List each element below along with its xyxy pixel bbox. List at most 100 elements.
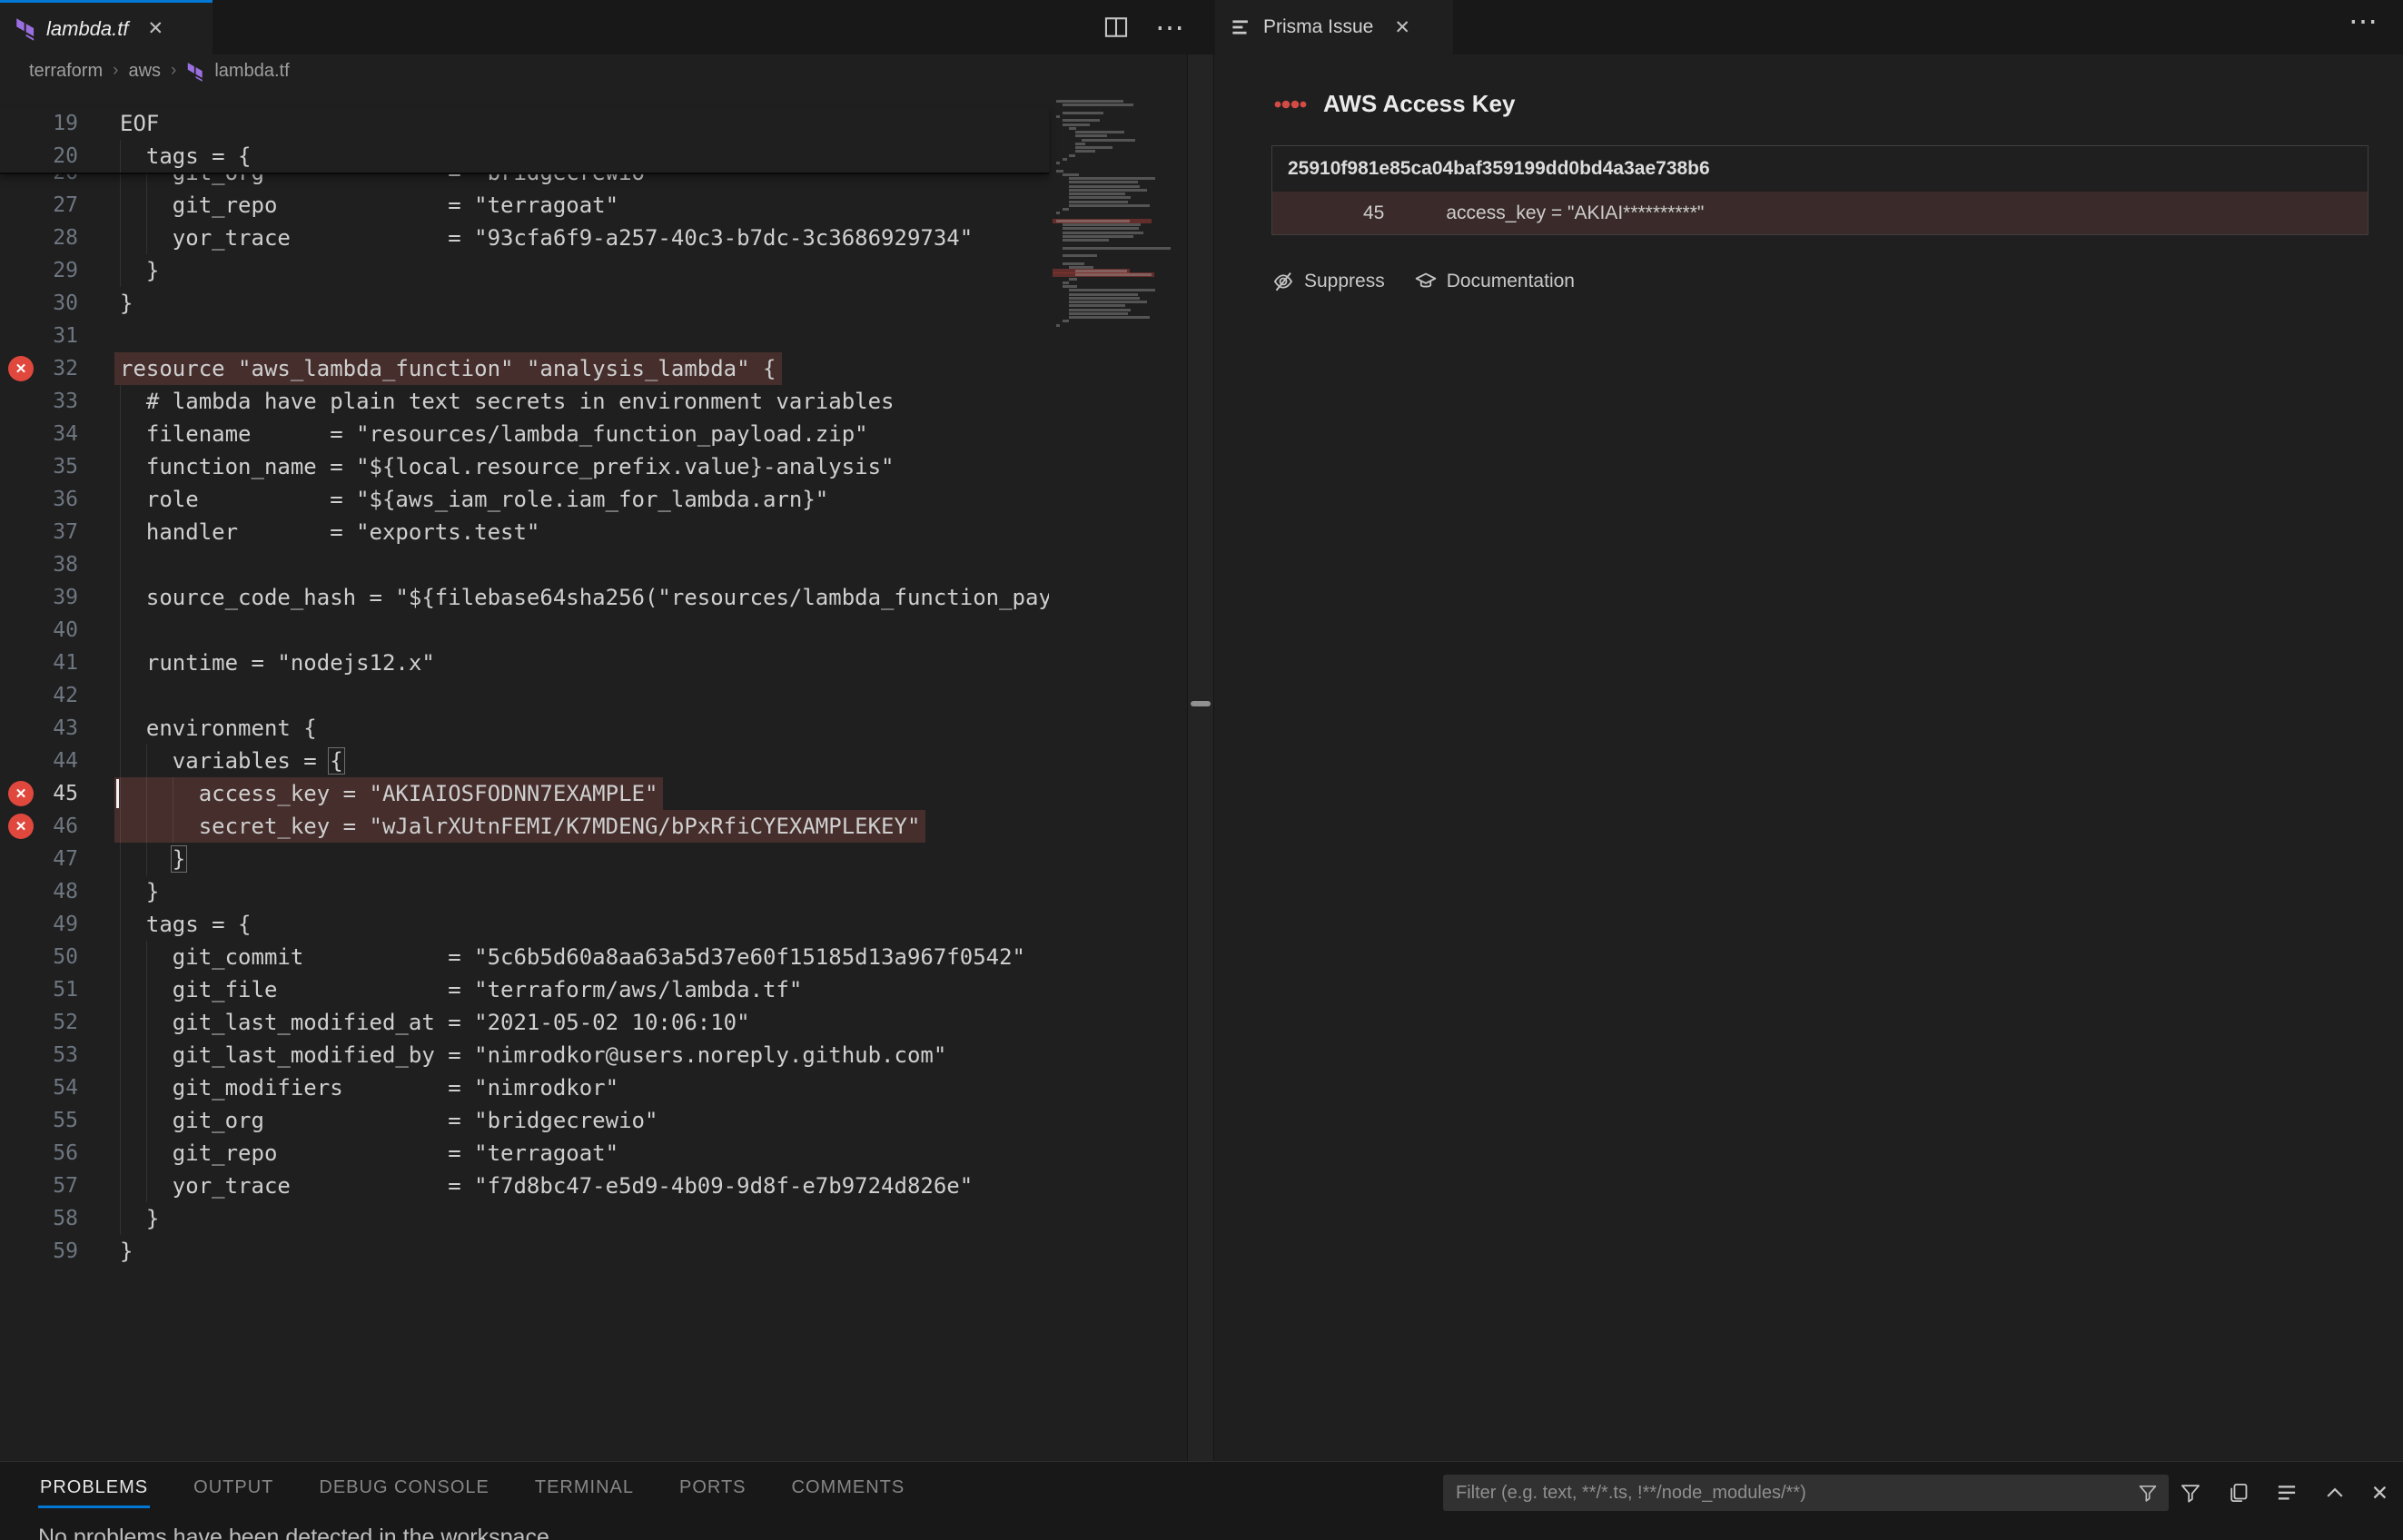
code-line-58[interactable]: 58 } <box>0 1202 1049 1235</box>
code-line-28[interactable]: 28 yor_trace = "93cfa6f9-a257-40c3-b7dc-… <box>0 222 1049 254</box>
code-line-29[interactable]: 29 } <box>0 254 1049 287</box>
minimap-line <box>1063 104 1133 106</box>
line-number: 56 <box>0 1137 78 1170</box>
prisma-dots-icon <box>1273 97 1308 112</box>
code-line-50[interactable]: 50 git_commit = "5c6b5d60a8aa63a5d37e60f… <box>0 941 1049 973</box>
graduation-cap-icon <box>1414 270 1438 293</box>
code-line-38[interactable]: 38 <box>0 548 1049 581</box>
panel-tab-problems[interactable]: PROBLEMS <box>38 1474 150 1502</box>
code-line-37[interactable]: 37 handler = "exports.test" <box>0 516 1049 548</box>
code-text: tags = { <box>120 140 252 173</box>
filter-funnel-icon[interactable] <box>2137 1482 2159 1504</box>
minimap-line <box>1069 181 1138 183</box>
minimap-line <box>1056 162 1060 164</box>
code-line-42[interactable]: 42 <box>0 679 1049 712</box>
code-line-43[interactable]: 43 environment { <box>0 712 1049 745</box>
sash-drag-handle[interactable] <box>1191 701 1211 706</box>
panel-tab-close-icon[interactable]: ✕ <box>1394 16 1410 39</box>
finding-code-row[interactable]: 45 access_key = "AKIAI**********" <box>1272 192 2368 234</box>
code-line-44[interactable]: 44 variables = { <box>0 745 1049 777</box>
code-editor[interactable]: 26 git_org = "bridgecrewio"27 git_repo =… <box>0 88 1049 1461</box>
code-line-57[interactable]: 57 yor_trace = "f7d8bc47-e5d9-4b09-9d8f-… <box>0 1170 1049 1202</box>
code-line-56[interactable]: 56 git_repo = "terragoat" <box>0 1137 1049 1170</box>
minimap-line <box>1069 204 1150 207</box>
code-line-30[interactable]: 30} <box>0 287 1049 320</box>
line-number: 52 <box>0 1006 78 1039</box>
code-line-54[interactable]: 54 git_modifiers = "nimrodkor" <box>0 1071 1049 1104</box>
close-panel-icon[interactable]: ✕ <box>2371 1481 2388 1505</box>
code-line-31[interactable]: 31 <box>0 320 1049 352</box>
line-number: 43 <box>0 712 78 745</box>
tab-prisma-issue[interactable]: Prisma Issue ✕ <box>1215 0 1453 54</box>
collapse-all-icon[interactable] <box>2275 1481 2299 1505</box>
panel-tab-debug-console[interactable]: DEBUG CONSOLE <box>317 1474 490 1502</box>
panel-tab-terminal[interactable]: TERMINAL <box>533 1474 636 1502</box>
editor-panel-sash[interactable] <box>1187 54 1214 1461</box>
code-line-53[interactable]: 53 git_last_modified_by = "nimrodkor@use… <box>0 1039 1049 1071</box>
code-line-20[interactable]: 20 tags = { <box>0 140 1049 173</box>
code-line-51[interactable]: 51 git_file = "terraform/aws/lambda.tf" <box>0 973 1049 1006</box>
suppress-label: Suppress <box>1304 271 1385 292</box>
code-line-48[interactable]: 48 } <box>0 875 1049 908</box>
sticky-scroll: 19EOF20 tags = { <box>0 107 1049 174</box>
filter-icon[interactable] <box>2179 1481 2202 1505</box>
code-line-55[interactable]: 55 git_org = "bridgecrewio" <box>0 1104 1049 1137</box>
code-line-27[interactable]: 27 git_repo = "terragoat" <box>0 189 1049 222</box>
breadcrumb-separator: › <box>113 61 118 81</box>
code-line-45[interactable]: ✕45 access_key = "AKIAIOSFODNN7EXAMPLE" <box>0 777 1049 810</box>
view-as-table-icon[interactable] <box>2227 1481 2250 1505</box>
line-number: 51 <box>0 973 78 1006</box>
breadcrumb: terraform › aws › lambda.tf <box>0 54 1078 88</box>
code-line-59[interactable]: 59} <box>0 1235 1049 1268</box>
breadcrumb-aws[interactable]: aws <box>128 61 161 82</box>
problems-filter <box>1443 1475 2169 1511</box>
code-line-39[interactable]: 39 source_code_hash = "${filebase64sha25… <box>0 581 1049 614</box>
filter-input[interactable] <box>1443 1475 2169 1511</box>
code-line-34[interactable]: 34 filename = "resources/lambda_function… <box>0 418 1049 450</box>
code-line-35[interactable]: 35 function_name = "${local.resource_pre… <box>0 450 1049 483</box>
line-number: 55 <box>0 1104 78 1137</box>
line-number: 45 <box>0 777 78 810</box>
indent-guide <box>120 614 121 647</box>
code-line-40[interactable]: 40 <box>0 614 1049 647</box>
code-text: git_repo = "terragoat" <box>120 189 618 222</box>
code-line-52[interactable]: 52 git_last_modified_at = "2021-05-02 10… <box>0 1006 1049 1039</box>
minimap-line <box>1063 123 1090 126</box>
tab-lambda-tf[interactable]: lambda.tf ✕ <box>0 0 213 54</box>
panel-tab-output[interactable]: OUTPUT <box>192 1474 275 1502</box>
panel-more-actions-icon[interactable]: ⋯ <box>2349 6 2378 35</box>
minimap[interactable] <box>1049 88 1187 1461</box>
more-actions-icon[interactable]: ⋯ <box>1155 13 1184 42</box>
code-line-36[interactable]: 36 role = "${aws_iam_role.iam_for_lambda… <box>0 483 1049 516</box>
code-text: variables = { <box>120 745 343 777</box>
code-line-41[interactable]: 41 runtime = "nodejs12.x" <box>0 647 1049 679</box>
line-number: 35 <box>0 450 78 483</box>
panel-tab-ports[interactable]: PORTS <box>677 1474 748 1502</box>
minimap-line <box>1056 100 1123 103</box>
line-number: 33 <box>0 385 78 418</box>
line-number: 59 <box>0 1235 78 1268</box>
panel-tab-comments[interactable]: COMMENTS <box>790 1474 907 1502</box>
code-line-33[interactable]: 33 # lambda have plain text secrets in e… <box>0 385 1049 418</box>
line-number: 42 <box>0 679 78 712</box>
tab-close-icon[interactable]: ✕ <box>148 17 164 40</box>
code-line-46[interactable]: ✕46 secret_key = "wJalrXUtnFEMI/K7MDENG/… <box>0 810 1049 843</box>
documentation-button[interactable]: Documentation <box>1414 270 1575 293</box>
suppress-button[interactable]: Suppress <box>1271 270 1385 293</box>
line-number: 53 <box>0 1039 78 1071</box>
breadcrumb-lambda-tf[interactable]: lambda.tf <box>214 61 289 82</box>
minimap-line <box>1075 273 1152 276</box>
code-line-32[interactable]: ✕32resource "aws_lambda_function" "analy… <box>0 352 1049 385</box>
line-number: 19 <box>0 107 78 140</box>
editor-group: lambda.tf ✕ ⋯ terraform › aws › lambda.t… <box>0 0 1215 1461</box>
breadcrumb-terraform[interactable]: terraform <box>29 61 103 82</box>
minimap-line <box>1069 177 1155 180</box>
line-number: 48 <box>0 875 78 908</box>
maximize-panel-icon[interactable] <box>2323 1481 2347 1505</box>
code-line-47[interactable]: 47 } <box>0 843 1049 875</box>
code-line-49[interactable]: 49 tags = { <box>0 908 1049 941</box>
code-line-19[interactable]: 19EOF <box>0 107 1049 140</box>
code-text: git_last_modified_at = "2021-05-02 10:06… <box>120 1006 750 1039</box>
minimap-line <box>1056 220 1130 222</box>
split-editor-icon[interactable] <box>1104 16 1128 38</box>
